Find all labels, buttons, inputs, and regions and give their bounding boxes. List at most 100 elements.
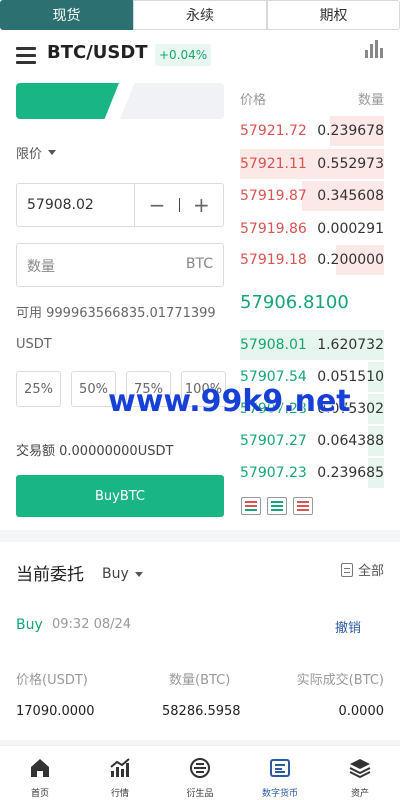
both-depth-icon[interactable] — [241, 497, 261, 515]
ask-row[interactable]: 57919.87 0.345608 — [240, 181, 384, 211]
col-filled-header: 实际成交(BTC) — [296, 673, 384, 688]
nav-crypto-label: 数字货币 — [261, 789, 298, 799]
ask-row[interactable]: 57919.86 0.000291 — [240, 214, 384, 244]
ask-price: 57919.86 — [240, 221, 307, 237]
nav-derivatives-label: 衍生品 — [186, 789, 214, 799]
ask-row[interactable]: 57919.18 0.200000 — [240, 245, 384, 275]
nav-assets-label: 资产 — [350, 789, 369, 799]
price-input-group: 57908.02 − + — [16, 183, 224, 227]
bid-row[interactable]: 57907.54 0.051510 — [240, 362, 384, 392]
bid-price: 57907.28 — [240, 401, 307, 417]
price-input[interactable]: 57908.02 — [17, 184, 136, 226]
bid-price: 57907.27 — [240, 433, 307, 449]
derivatives-icon — [190, 758, 210, 778]
document-icon — [340, 562, 353, 577]
ask-price: 57919.87 — [240, 188, 307, 204]
order-price: 17090.0000 — [16, 704, 95, 719]
tab-perpetual[interactable]: 永续 — [133, 0, 267, 30]
bid-qty: 0.064388 — [317, 433, 384, 449]
ask-qty: 0.345608 — [317, 188, 384, 204]
minus-button[interactable]: − — [135, 184, 178, 226]
menu-icon[interactable] — [16, 45, 36, 65]
available-balance: 可用 999963566835.01771399 USDT — [16, 298, 226, 360]
order-type-select[interactable]: 限价 — [16, 143, 57, 162]
bid-depth-icon[interactable] — [267, 497, 287, 515]
ask-row[interactable]: 57921.11 0.552973 — [240, 149, 384, 179]
order-filled: 0.0000 — [338, 704, 385, 719]
current-orders: 当前委托 Buy 全部 Buy 09:32 08/24 撤销 价格(USDT) … — [0, 542, 400, 740]
nav-market-label: 行情 — [110, 789, 129, 799]
tab-options[interactable]: 期权 — [267, 0, 400, 30]
bid-row[interactable]: 57907.28 0.075302 — [240, 394, 384, 424]
all-orders-label: 全部 — [357, 564, 384, 579]
ask-qty: 0.239678 — [317, 123, 384, 139]
orders-filter-label: Buy — [102, 566, 129, 582]
order-type-label: 限价 — [16, 147, 43, 162]
bid-qty: 0.239685 — [317, 465, 384, 481]
plus-button[interactable]: + — [180, 184, 223, 226]
nav-home[interactable]: 首页 — [0, 746, 80, 800]
available-amount: 可用 999963566835.01771399 — [16, 306, 216, 321]
bid-qty: 0.075302 — [317, 401, 384, 417]
bid-price: 57907.23 — [240, 465, 307, 481]
bid-price: 57908.01 — [240, 337, 307, 353]
ask-row[interactable]: 57921.72 0.239678 — [240, 116, 384, 146]
cancel-order-button[interactable]: 撤销 — [335, 617, 361, 636]
caret-down-icon — [134, 571, 143, 577]
layers-icon — [349, 759, 371, 779]
market-tabs: 现货 永续 期权 — [0, 0, 400, 30]
percent-100-button[interactable]: 100% — [181, 371, 226, 407]
pair-title[interactable]: BTC/USDT — [47, 42, 148, 63]
buy-toggle[interactable] — [16, 83, 119, 119]
bottom-nav: 首页 行情 衍生品 数字货币 资产 — [0, 745, 400, 800]
home-icon — [31, 759, 49, 777]
app-root: 现货 永续 期权 BTC/USDT +0.04% 限价 57908.02 − +… — [0, 0, 400, 800]
ask-qty: 0.552973 — [317, 156, 384, 172]
available-unit: USDT — [16, 337, 52, 352]
last-price: 57906.8100 — [240, 292, 349, 313]
nav-crypto[interactable]: 数字货币 — [240, 746, 320, 800]
nav-derivatives[interactable]: 衍生品 — [160, 746, 240, 800]
tab-spot[interactable]: 现货 — [0, 0, 133, 30]
ask-depth-icon[interactable] — [293, 497, 313, 515]
percent-75-button[interactable]: 75% — [126, 371, 171, 407]
orders-filter-select[interactable]: Buy — [102, 566, 143, 582]
bid-row[interactable]: 57907.27 0.064388 — [240, 426, 384, 456]
order-qty: 58286.5958 — [162, 704, 241, 719]
ask-price: 57919.18 — [240, 252, 307, 268]
col-price-header: 价格(USDT) — [16, 673, 88, 688]
col-qty-header: 数量(BTC) — [169, 673, 231, 688]
orders-title: 当前委托 — [16, 565, 84, 585]
trade-amount: 交易额 0.00000000USDT — [16, 444, 174, 459]
sell-toggle[interactable] — [120, 83, 224, 119]
bid-qty: 1.620732 — [317, 337, 384, 353]
orderbook-qty-header: 数量 — [357, 93, 384, 108]
quantity-unit: BTC — [185, 256, 213, 272]
ask-qty: 0.200000 — [317, 252, 384, 268]
nav-assets[interactable]: 资产 — [320, 746, 400, 800]
market-chart-icon — [110, 758, 130, 777]
ask-price: 57921.11 — [240, 156, 307, 172]
percent-25-button[interactable]: 25% — [16, 371, 61, 407]
percent-50-button[interactable]: 50% — [71, 371, 116, 407]
orderbook-price-header: 价格 — [240, 93, 267, 108]
chart-icon[interactable] — [365, 40, 383, 58]
quantity-placeholder: 数量 — [27, 259, 55, 275]
all-orders-link[interactable]: 全部 — [340, 560, 384, 579]
bid-price: 57907.54 — [240, 369, 307, 385]
crypto-icon — [270, 759, 290, 777]
order-time: 09:32 08/24 — [52, 617, 132, 632]
quantity-input[interactable]: 数量 BTC — [16, 243, 224, 287]
ask-qty: 0.000291 — [317, 221, 384, 237]
change-badge: +0.04% — [155, 44, 212, 66]
caret-down-icon — [48, 150, 57, 155]
bid-row[interactable]: 57908.01 1.620732 — [240, 330, 384, 360]
percent-buttons: 25% 50% 75% 100% — [16, 371, 226, 407]
nav-home-label: 首页 — [30, 789, 49, 799]
buy-button[interactable]: BuyBTC — [16, 475, 224, 517]
bid-qty: 0.051510 — [317, 369, 384, 385]
bid-row[interactable]: 57907.23 0.239685 — [240, 458, 384, 488]
ask-price: 57921.72 — [240, 123, 307, 139]
nav-market[interactable]: 行情 — [80, 746, 160, 800]
depth-mode-switch — [241, 497, 313, 515]
